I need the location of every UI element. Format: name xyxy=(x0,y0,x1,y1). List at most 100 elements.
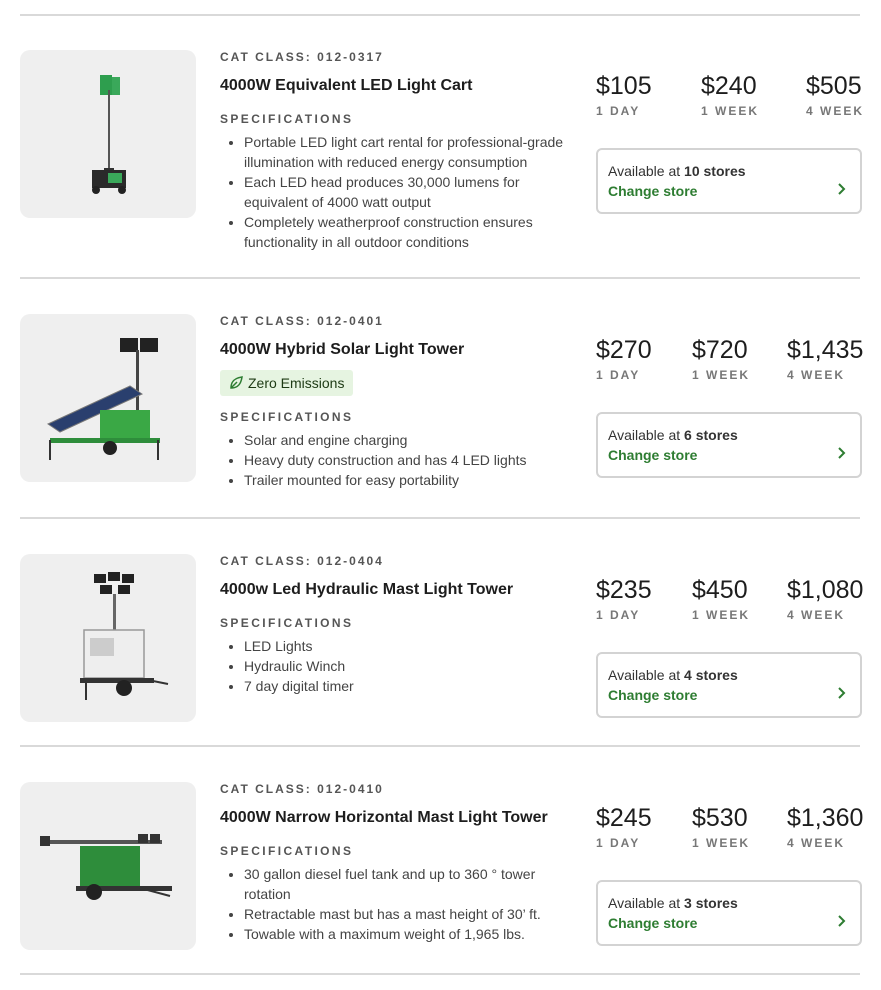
product-card: CAT CLASS: 012-0317 4000W Equivalent LED… xyxy=(20,50,862,252)
product-info: CAT CLASS: 012-0410 4000W Narrow Horizon… xyxy=(220,782,580,944)
price-week: $450 1 WEEK xyxy=(692,574,750,622)
store-availability-button[interactable]: Available at 10 stores Change store xyxy=(596,148,862,214)
spec-item: LED Lights xyxy=(244,636,580,656)
price-period: 4 WEEK xyxy=(806,104,865,118)
availability-text: Available at 10 stores xyxy=(608,163,746,179)
price-amount: $720 xyxy=(692,336,748,364)
product-title[interactable]: 4000W Equivalent LED Light Cart xyxy=(220,76,580,96)
price-period: 4 WEEK xyxy=(787,836,846,850)
product-image[interactable] xyxy=(20,50,196,218)
change-store-link[interactable]: Change store xyxy=(608,446,697,464)
chevron-right-icon xyxy=(838,915,846,927)
specifications-heading: SPECIFICATIONS xyxy=(220,616,354,630)
price-amount: $530 xyxy=(692,804,748,832)
price-amount: $245 xyxy=(596,804,652,832)
divider xyxy=(20,277,860,279)
spec-list: Portable LED light cart rental for profe… xyxy=(220,132,580,252)
change-store-link[interactable]: Change store xyxy=(608,182,697,200)
hydraulic-mast-light-tower-icon xyxy=(80,572,169,700)
price-group: $270 1 DAY $720 1 WEEK $1,435 4 WEEK xyxy=(596,334,863,390)
price-amount: $270 xyxy=(596,336,652,364)
price-period: 1 DAY xyxy=(596,104,641,118)
divider xyxy=(20,14,860,16)
change-store-link[interactable]: Change store xyxy=(608,686,697,704)
cat-class: CAT CLASS: 012-0401 xyxy=(220,314,384,328)
product-title[interactable]: 4000W Hybrid Solar Light Tower xyxy=(220,340,580,360)
price-week: $720 1 WEEK xyxy=(692,334,750,382)
product-card: CAT CLASS: 012-0410 4000W Narrow Horizon… xyxy=(20,782,863,958)
price-4week: $505 4 WEEK xyxy=(806,70,864,118)
price-week: $240 1 WEEK xyxy=(701,70,759,118)
price-4week: $1,435 4 WEEK xyxy=(787,334,863,382)
price-period: 1 DAY xyxy=(596,368,641,382)
store-availability-button[interactable]: Available at 4 stores Change store xyxy=(596,652,862,718)
price-group: $245 1 DAY $530 1 WEEK $1,360 4 WEEK xyxy=(596,802,863,858)
price-period: 1 DAY xyxy=(596,608,641,622)
cat-class: CAT CLASS: 012-0317 xyxy=(220,50,384,64)
spec-list: 30 gallon diesel fuel tank and up to 360… xyxy=(220,864,580,944)
cat-class: CAT CLASS: 012-0410 xyxy=(220,782,384,796)
price-amount: $450 xyxy=(692,576,748,604)
price-period: 4 WEEK xyxy=(787,608,846,622)
price-period: 1 WEEK xyxy=(692,836,751,850)
spec-item: 30 gallon diesel fuel tank and up to 360… xyxy=(244,864,580,904)
price-day: $245 1 DAY xyxy=(596,802,652,850)
divider xyxy=(20,517,860,519)
specifications-heading: SPECIFICATIONS xyxy=(220,112,354,126)
spec-item: Hydraulic Winch xyxy=(244,656,580,676)
spec-item: Trailer mounted for easy portability xyxy=(244,470,580,490)
availability-text: Available at 4 stores xyxy=(608,667,738,683)
price-day: $235 1 DAY xyxy=(596,574,652,622)
price-day: $270 1 DAY xyxy=(596,334,652,382)
divider xyxy=(20,745,860,747)
price-amount: $105 xyxy=(596,72,652,100)
cat-class: CAT CLASS: 012-0404 xyxy=(220,554,384,568)
horizontal-mast-light-tower-icon xyxy=(40,834,172,900)
product-card: CAT CLASS: 012-0401 4000W Hybrid Solar L… xyxy=(20,314,863,504)
spec-item: Retractable mast but has a mast height o… xyxy=(244,904,580,924)
product-image[interactable] xyxy=(20,782,196,950)
price-amount: $235 xyxy=(596,576,652,604)
price-amount: $240 xyxy=(701,72,757,100)
chevron-right-icon xyxy=(838,447,846,459)
chevron-right-icon xyxy=(838,687,846,699)
price-amount: $1,080 xyxy=(787,576,864,604)
availability-text: Available at 6 stores xyxy=(608,427,738,443)
spec-item: Towable with a maximum weight of 1,965 l… xyxy=(244,924,580,944)
leaf-icon xyxy=(230,376,243,389)
spec-list: Solar and engine charging Heavy duty con… xyxy=(220,430,580,490)
specifications-heading: SPECIFICATIONS xyxy=(220,844,354,858)
spec-list: LED Lights Hydraulic Winch 7 day digital… xyxy=(220,636,580,696)
spec-item: 7 day digital timer xyxy=(244,676,580,696)
led-light-cart-icon xyxy=(92,75,126,194)
spec-item: Completely weatherproof construction ens… xyxy=(244,212,580,252)
product-image[interactable] xyxy=(20,554,196,722)
price-4week: $1,080 4 WEEK xyxy=(787,574,863,622)
product-card: CAT CLASS: 012-0404 4000w Led Hydraulic … xyxy=(20,554,863,724)
product-info: CAT CLASS: 012-0317 4000W Equivalent LED… xyxy=(220,50,580,252)
store-availability-button[interactable]: Available at 6 stores Change store xyxy=(596,412,862,478)
price-4week: $1,360 4 WEEK xyxy=(787,802,863,850)
availability-text: Available at 3 stores xyxy=(608,895,738,911)
price-amount: $505 xyxy=(806,72,862,100)
zero-emissions-badge: Zero Emissions xyxy=(220,370,354,396)
price-period: 4 WEEK xyxy=(787,368,846,382)
price-group: $235 1 DAY $450 1 WEEK $1,080 4 WEEK xyxy=(596,574,863,630)
price-day: $105 1 DAY xyxy=(596,70,652,118)
product-image[interactable] xyxy=(20,314,196,482)
product-info: CAT CLASS: 012-0401 4000W Hybrid Solar L… xyxy=(220,314,580,490)
price-period: 1 WEEK xyxy=(701,104,760,118)
store-availability-button[interactable]: Available at 3 stores Change store xyxy=(596,880,862,946)
price-period: 1 WEEK xyxy=(692,608,751,622)
price-amount: $1,360 xyxy=(787,804,864,832)
price-period: 1 DAY xyxy=(596,836,641,850)
change-store-link[interactable]: Change store xyxy=(608,914,697,932)
product-info: CAT CLASS: 012-0404 4000w Led Hydraulic … xyxy=(220,554,580,696)
price-week: $530 1 WEEK xyxy=(692,802,750,850)
product-title[interactable]: 4000W Narrow Horizontal Mast Light Tower xyxy=(220,808,580,828)
chevron-right-icon xyxy=(838,183,846,195)
solar-light-tower-icon xyxy=(46,338,160,460)
spec-item: Each LED head produces 30,000 lumens for… xyxy=(244,172,580,212)
product-title[interactable]: 4000w Led Hydraulic Mast Light Tower xyxy=(220,580,580,600)
price-group: $105 1 DAY $240 1 WEEK $505 4 WEEK xyxy=(596,70,862,126)
